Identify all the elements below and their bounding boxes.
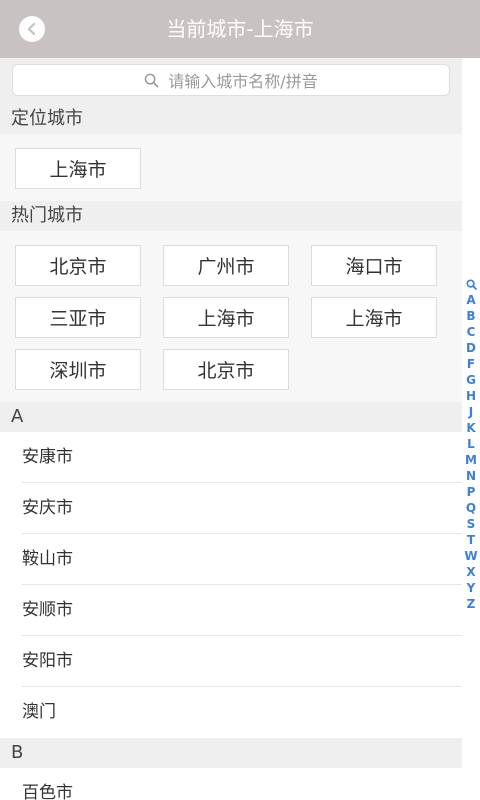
index-letter[interactable]: A	[466, 292, 475, 308]
index-letter[interactable]: Q	[466, 500, 476, 516]
search-icon	[144, 73, 159, 87]
index-letter[interactable]: H	[466, 388, 476, 404]
located-city-header: 定位城市	[0, 104, 462, 134]
index-search-icon[interactable]	[465, 276, 477, 292]
search-area: 请输入城市名称/拼音	[0, 58, 462, 104]
hot-city-chip[interactable]: 上海市	[311, 297, 437, 338]
hot-city-row: 三亚市 上海市 上海市	[15, 297, 447, 338]
index-letter[interactable]: J	[469, 404, 473, 420]
index-letter[interactable]: M	[465, 452, 477, 468]
hot-city-area: 北京市 广州市 海口市 三亚市 上海市 上海市 深圳市 北京市	[0, 231, 462, 402]
hot-city-header: 热门城市	[0, 201, 462, 231]
title-bar: 当前城市-上海市	[0, 0, 480, 58]
hot-city-chip[interactable]: 上海市	[163, 297, 289, 338]
city-list-b: 百色市	[0, 768, 462, 800]
located-city-chip[interactable]: 上海市	[15, 148, 141, 189]
list-item[interactable]: 安庆市	[22, 483, 462, 534]
hot-city-chip[interactable]: 北京市	[15, 245, 141, 286]
index-letter[interactable]: Z	[467, 596, 476, 612]
city-picker[interactable]: 请输入城市名称/拼音 定位城市 上海市 热门城市 北京市 广州市 海口市 三亚市…	[0, 58, 462, 800]
index-letter[interactable]: B	[466, 308, 475, 324]
list-item[interactable]: 澳门	[22, 687, 462, 738]
index-letter[interactable]: S	[467, 516, 476, 532]
hot-city-chip[interactable]: 北京市	[163, 349, 289, 390]
index-letter[interactable]: C	[467, 324, 476, 340]
hot-city-row: 北京市 广州市 海口市	[15, 245, 447, 286]
index-letter[interactable]: W	[464, 548, 477, 564]
letter-header-a: A	[0, 402, 462, 432]
index-letter[interactable]: F	[467, 356, 475, 372]
letter-header-b: B	[0, 738, 462, 768]
index-letter[interactable]: L	[467, 436, 475, 452]
index-letter[interactable]: N	[466, 468, 476, 484]
list-item[interactable]: 鞍山市	[22, 534, 462, 585]
hot-city-chip[interactable]: 广州市	[163, 245, 289, 286]
alphabet-index[interactable]: A B C D F G H J K L M N P Q S T W X Y Z	[462, 276, 480, 612]
page-title: 当前城市-上海市	[166, 17, 314, 41]
list-item[interactable]: 安顺市	[22, 585, 462, 636]
hot-city-chip[interactable]: 深圳市	[15, 349, 141, 390]
index-letter[interactable]: K	[466, 420, 475, 436]
city-list-a: 安康市 安庆市 鞍山市 安顺市 安阳市 澳门	[0, 432, 462, 738]
index-letter[interactable]: G	[466, 372, 476, 388]
list-item[interactable]: 安阳市	[22, 636, 462, 687]
search-placeholder: 请输入城市名称/拼音	[168, 72, 318, 91]
search-input[interactable]: 请输入城市名称/拼音	[12, 64, 450, 96]
hot-city-chip[interactable]: 海口市	[311, 245, 437, 286]
index-letter[interactable]: T	[467, 532, 475, 548]
list-item[interactable]: 百色市	[22, 768, 462, 800]
index-letter[interactable]: P	[467, 484, 476, 500]
hot-city-chip[interactable]: 三亚市	[15, 297, 141, 338]
list-item[interactable]: 安康市	[22, 432, 462, 483]
index-letter[interactable]: X	[466, 564, 475, 580]
index-letter[interactable]: Y	[467, 580, 476, 596]
located-city-area: 上海市	[0, 134, 462, 201]
index-letter[interactable]: D	[466, 340, 476, 356]
hot-city-row: 深圳市 北京市	[15, 349, 447, 390]
